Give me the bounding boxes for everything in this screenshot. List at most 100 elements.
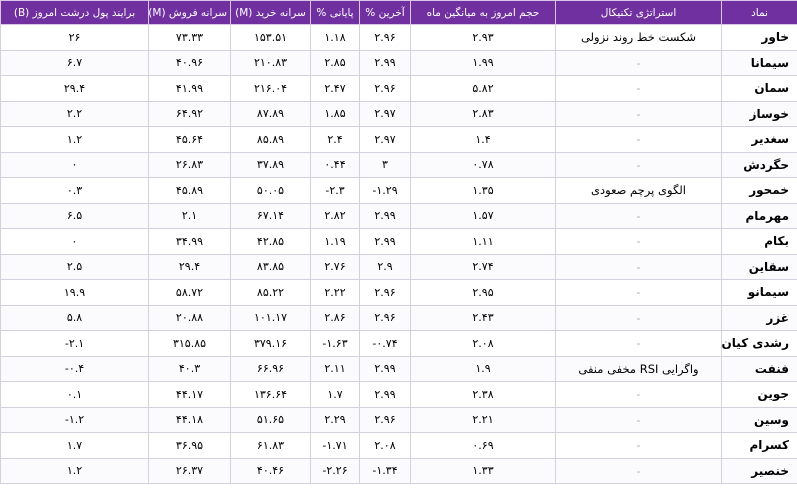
header-volume-ratio[interactable]: حجم امروز به میانگین ماه: [410, 0, 556, 25]
cell-strategy: -: [555, 75, 722, 102]
cell-close-pct: ۲.۸۲: [310, 202, 360, 229]
cell-volume-ratio: ۲.۳۸: [410, 381, 556, 408]
cell-sell-per-capita: ۲۶.۳۷: [148, 457, 231, 484]
table-row[interactable]: خمحور الگوی پرچم صعودی ۱.۳۵ ۱.۲۹- ۲.۳- ۵۰.۰۵ ۴…: [0, 177, 797, 204]
cell-buy-per-capita: ۶۶.۹۶: [230, 355, 311, 382]
cell-buy-per-capita: ۵۱.۶۵: [230, 406, 311, 433]
cell-strategy: -: [555, 457, 722, 484]
header-strategy[interactable]: استراتژی تکنیکال: [555, 0, 722, 25]
cell-volume-ratio: ۱.۳۳: [410, 457, 556, 484]
cell-money-flow: ۶.۵: [0, 202, 149, 229]
cell-buy-per-capita: ۵۰.۰۵: [230, 177, 311, 204]
header-money-flow[interactable]: برایند پول درشت امروز (B): [0, 0, 149, 25]
cell-symbol: وسین: [721, 406, 797, 433]
table-row[interactable]: سغدیر -۱.۴ ۲.۹۷ ۲.۴ ۸۵.۸۹ ۴۵.۶۴ ۱.۲: [0, 126, 797, 153]
cell-money-flow: ۱.۷: [0, 432, 149, 459]
cell-sell-per-capita: ۵۸.۷۲: [148, 279, 231, 306]
cell-buy-per-capita: ۳۷.۸۹: [230, 151, 311, 178]
cell-money-flow: ۱۹.۹: [0, 279, 149, 306]
cell-buy-per-capita: ۸۳.۸۵: [230, 253, 311, 280]
table-body: خاور شکست خط روند نزولی ۲.۹۳ ۲.۹۶ ۱.۱۸ ۱۵۳.۵۱…: [0, 24, 797, 484]
cell-symbol: سیمانو: [721, 279, 797, 306]
cell-money-flow: ۲۶: [0, 24, 149, 51]
header-sell-per-capita[interactable]: سرانه فروش (M): [148, 0, 231, 25]
cell-last-pct: ۲.۹۷: [359, 100, 411, 127]
cell-sell-per-capita: ۳۶.۹۵: [148, 432, 231, 459]
cell-close-pct: ۲.۸۶: [310, 304, 360, 331]
cell-volume-ratio: ۲.۰۸: [410, 330, 556, 357]
table-row[interactable]: سقاین -۲.۷۴ ۲.۹ ۲.۷۶ ۸۳.۸۵ ۲۹.۴ ۲.۵: [0, 253, 797, 280]
cell-money-flow: ۲.۵: [0, 253, 149, 280]
cell-volume-ratio: ۱.۴: [410, 126, 556, 153]
cell-money-flow: ۱.۲-: [0, 406, 149, 433]
cell-last-pct: ۲.۹۹: [359, 49, 411, 76]
cell-last-pct: ۲.۰۸: [359, 432, 411, 459]
cell-symbol: رشدی کیان: [721, 330, 797, 357]
cell-volume-ratio: ۰.۷۸: [410, 151, 556, 178]
cell-buy-per-capita: ۸۵.۲۲: [230, 279, 311, 306]
table-row[interactable]: سیمانو -۲.۹۵ ۲.۹۶ ۲.۲۲ ۸۵.۲۲ ۵۸.۷۲ ۱۹.۹: [0, 279, 797, 306]
cell-close-pct: ۱.۶۳-: [310, 330, 360, 357]
table-header: نماد استراتژی تکنیکال حجم امروز به میانگ…: [0, 0, 797, 25]
cell-strategy: -: [555, 330, 722, 357]
table-row[interactable]: سیمانا -۱.۹۹ ۲.۹۹ ۲.۸۵ ۲۱۰.۸۳ ۴۰.۹۶ ۶.۷: [0, 49, 797, 76]
cell-last-pct: ۲.۹۶: [359, 279, 411, 306]
table-row[interactable]: خاور شکست خط روند نزولی ۲.۹۳ ۲.۹۶ ۱.۱۸ ۱۵۳.۵۱…: [0, 24, 797, 51]
cell-volume-ratio: ۲.۴۳: [410, 304, 556, 331]
cell-sell-per-capita: ۴۰.۳: [148, 355, 231, 382]
cell-strategy: -: [555, 406, 722, 433]
cell-last-pct: ۲.۹۹: [359, 202, 411, 229]
cell-money-flow: ۵.۸: [0, 304, 149, 331]
cell-strategy: -: [555, 381, 722, 408]
cell-strategy: -: [555, 151, 722, 178]
cell-volume-ratio: ۲.۷۴: [410, 253, 556, 280]
cell-volume-ratio: ۲.۹۵: [410, 279, 556, 306]
header-close-pct[interactable]: پایانی %: [310, 0, 360, 25]
table-row[interactable]: مهرمام -۱.۵۷ ۲.۹۹ ۲.۸۲ ۶۷.۱۴ ۲.۱ ۶.۵: [0, 202, 797, 229]
table-row[interactable]: سمان -۵.۸۲ ۲.۹۶ ۲.۴۷ ۲۱۶.۰۴ ۴۱.۹۹ ۲۹.۴: [0, 75, 797, 102]
header-last-pct[interactable]: آخرین %: [359, 0, 411, 25]
table-row[interactable]: رشدی کیان -۲.۰۸ ۰.۷۴- ۱.۶۳- ۳۷۹.۱۶ ۳۱۵.۸۵ ۲.۱-: [0, 330, 797, 357]
cell-close-pct: ۲.۲۹: [310, 406, 360, 433]
cell-buy-per-capita: ۸۵.۸۹: [230, 126, 311, 153]
cell-sell-per-capita: ۴۴.۱۸: [148, 406, 231, 433]
cell-symbol: خنصیر: [721, 457, 797, 484]
table-row[interactable]: حگردش -۰.۷۸ ۳ ۰.۴۴ ۳۷.۸۹ ۲۶.۸۳ ۰: [0, 151, 797, 178]
table-row[interactable]: خوساز -۲.۸۳ ۲.۹۷ ۱.۸۵ ۸۷.۸۹ ۶۴.۹۲ ۲.۲: [0, 100, 797, 127]
cell-last-pct: ۲.۹۹: [359, 355, 411, 382]
cell-volume-ratio: ۵.۸۲: [410, 75, 556, 102]
header-buy-per-capita[interactable]: سرانه خرید (M): [230, 0, 311, 25]
cell-last-pct: ۲.۹۶: [359, 24, 411, 51]
cell-sell-per-capita: ۴۵.۸۹: [148, 177, 231, 204]
cell-sell-per-capita: ۴۵.۶۴: [148, 126, 231, 153]
table-row[interactable]: وسین -۲.۲۱ ۲.۹۶ ۲.۲۹ ۵۱.۶۵ ۴۴.۱۸ ۱.۲-: [0, 406, 797, 433]
cell-sell-per-capita: ۴۱.۹۹: [148, 75, 231, 102]
cell-symbol: بکام: [721, 228, 797, 255]
cell-symbol: حگردش: [721, 151, 797, 178]
cell-volume-ratio: ۱.۱۱: [410, 228, 556, 255]
cell-last-pct: ۲.۹۶: [359, 75, 411, 102]
cell-symbol: خوساز: [721, 100, 797, 127]
cell-last-pct: ۲.۹۶: [359, 304, 411, 331]
cell-money-flow: ۶.۷: [0, 49, 149, 76]
cell-close-pct: ۲.۴۷: [310, 75, 360, 102]
cell-strategy: شکست خط روند نزولی: [555, 24, 722, 51]
cell-volume-ratio: ۱.۹: [410, 355, 556, 382]
table-row[interactable]: فنفت واگرایی RSI مخفی منفی ۱.۹ ۲.۹۹ ۲.۱۱ ۶۶.۹…: [0, 355, 797, 382]
cell-money-flow: ۲۹.۴: [0, 75, 149, 102]
header-symbol[interactable]: نماد: [721, 0, 797, 25]
table-row[interactable]: جوین -۲.۳۸ ۲.۹۹ ۱.۷ ۱۳۶.۶۴ ۴۴.۱۷ ۰.۱: [0, 381, 797, 408]
cell-sell-per-capita: ۶۴.۹۲: [148, 100, 231, 127]
cell-money-flow: ۰.۱: [0, 381, 149, 408]
cell-symbol: مهرمام: [721, 202, 797, 229]
cell-volume-ratio: ۲.۲۱: [410, 406, 556, 433]
cell-strategy: -: [555, 228, 722, 255]
cell-strategy: الگوی پرچم صعودی: [555, 177, 722, 204]
cell-close-pct: ۲.۳-: [310, 177, 360, 204]
cell-money-flow: ۱.۲: [0, 126, 149, 153]
table-row[interactable]: کسرام -۰.۶۹ ۲.۰۸ ۱.۷۱- ۶۱.۸۳ ۳۶.۹۵ ۱.۷: [0, 432, 797, 459]
table-row[interactable]: غزر -۲.۴۳ ۲.۹۶ ۲.۸۶ ۱۰۱.۱۷ ۲۰.۸۸ ۵.۸: [0, 304, 797, 331]
stock-screener-table: نماد استراتژی تکنیکال حجم امروز به میانگ…: [0, 0, 797, 484]
table-row[interactable]: خنصیر -۱.۳۳ ۱.۳۴- ۲.۲۶- ۴۰.۴۶ ۲۶.۳۷ ۱.۲: [0, 457, 797, 484]
table-row[interactable]: بکام -۱.۱۱ ۲.۹۹ ۱.۱۹ ۴۲.۸۵ ۳۴.۹۹ ۰: [0, 228, 797, 255]
